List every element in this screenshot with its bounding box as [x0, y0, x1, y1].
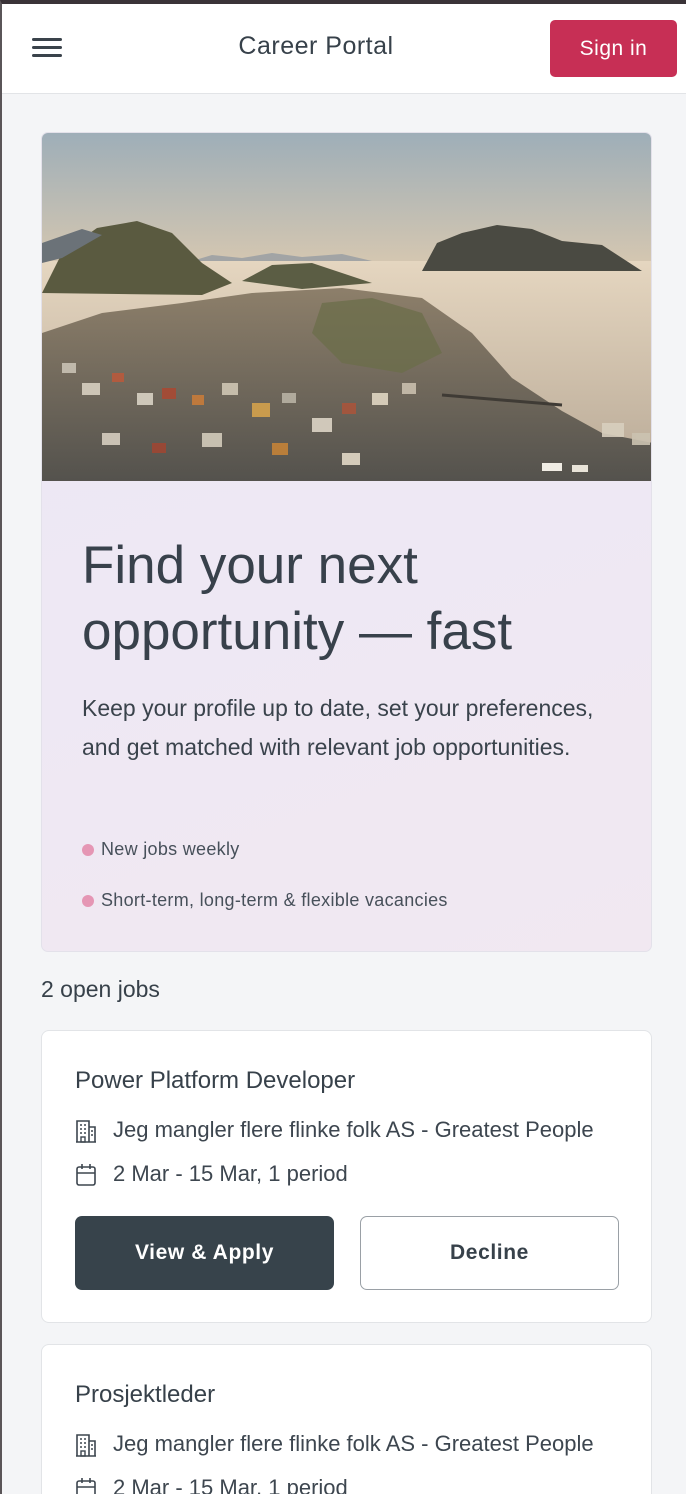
job-title: Prosjektleder: [75, 1381, 216, 1408]
decline-button[interactable]: Decline: [360, 1216, 619, 1290]
job-card: Prosjektleder Jeg mangler flere flinke f…: [41, 1344, 652, 1494]
calendar-icon: [76, 1478, 96, 1494]
job-title: Power Platform Developer: [75, 1067, 356, 1094]
bullet-dot-icon: [82, 895, 94, 907]
hero-card: Find your next opportunity — fast Keep y…: [41, 132, 652, 952]
bullet-new-jobs: New jobs weekly: [82, 839, 240, 860]
top-bar: Career Portal Sign in: [2, 4, 686, 94]
hero-title: Find your next opportunity — fast: [82, 536, 513, 661]
hero-description: Keep your profile up to date, set your p…: [82, 695, 594, 760]
bullet-vacancies: Short-term, long-term & flexible vacanci…: [82, 890, 448, 911]
building-icon: [76, 1120, 96, 1143]
building-icon: [76, 1434, 96, 1457]
view-apply-button[interactable]: View & Apply: [75, 1216, 334, 1290]
open-jobs-count: 2 open jobs: [41, 976, 160, 1002]
hamburger-menu-icon[interactable]: [32, 38, 62, 60]
bullet-dot-icon: [82, 844, 94, 856]
job-card: Power Platform Developer Jeg mangler fle…: [41, 1030, 652, 1323]
hero-image: [42, 133, 651, 481]
calendar-icon: [76, 1164, 96, 1186]
sign-in-button[interactable]: Sign in: [550, 20, 677, 77]
app-title: Career Portal: [238, 32, 394, 60]
